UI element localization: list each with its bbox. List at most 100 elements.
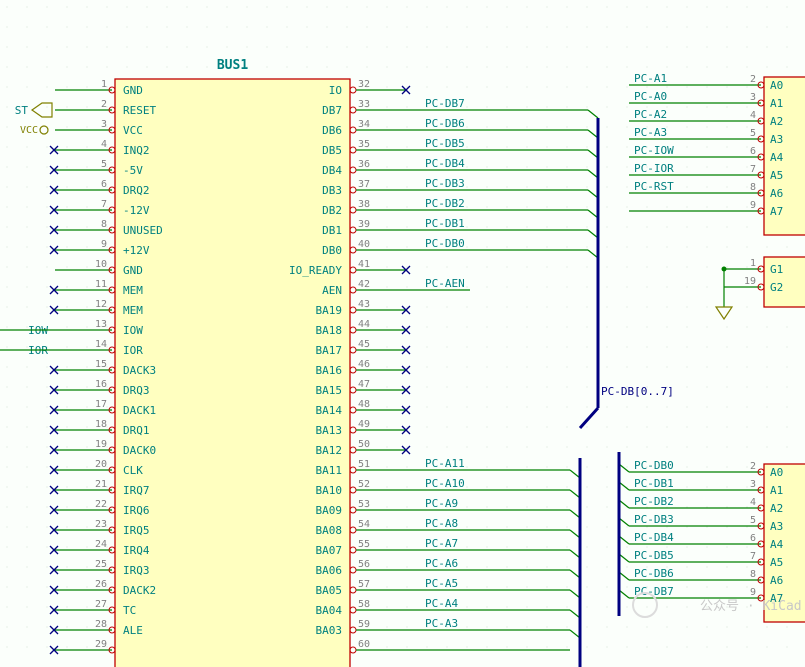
pin-number: 36 [358,159,370,170]
pin-name: VCC [123,124,143,137]
pin-name: BA18 [316,324,343,337]
pin-name: BA04 [316,604,343,617]
watermark: 公众号 · KiCad [700,599,802,614]
net-label: PC-A5 [425,577,458,590]
pin-name: A6 [770,187,783,200]
pin-name: A4 [770,538,784,551]
pin-number: 33 [358,99,370,110]
pin-number: 38 [358,199,370,210]
pin-number: 40 [358,239,370,250]
pin-name: GND [123,264,143,277]
pin-number: 3 [750,92,756,103]
net-label: PC-A4 [425,597,458,610]
pin-number: 24 [95,539,107,550]
net-label: PC-DB1 [425,217,465,230]
pin-name: DB0 [322,244,342,257]
net-label: PC-A8 [425,517,458,530]
pin-number: 6 [750,146,756,157]
pin-number: 32 [358,79,370,90]
pin-number: 57 [358,579,370,590]
pin-name: BA05 [316,584,343,597]
pin-name: BA13 [316,424,343,437]
hier-label-icon [32,103,52,117]
pin-name: DB6 [322,124,342,137]
net-label: PC-A1 [634,72,667,85]
pin-name: BA19 [316,304,343,317]
pin-number: 8 [750,182,756,193]
pin-number: 7 [750,164,756,175]
pin-name: DRQ2 [123,184,150,197]
pin-number: 34 [358,119,370,130]
pin-name: -5V [123,164,143,177]
pin-number: 4 [750,110,756,121]
pin-number: 49 [358,419,370,430]
pin-name: BA07 [316,544,343,557]
pin-number: 50 [358,439,370,450]
pin-number: 42 [358,279,370,290]
net-label: PC-A3 [634,126,667,139]
net-label: PC-DB6 [425,117,465,130]
pin-number: 29 [95,639,107,650]
net-label: ST [15,104,29,117]
pin-name: G2 [770,281,783,294]
net-label: PC-DB0 [634,459,674,472]
pin-name: IOW [123,324,143,337]
pin-number: 12 [95,299,107,310]
pin-name: A7 [770,205,783,218]
pin-number: 54 [358,519,370,530]
pin-name: BA10 [316,484,343,497]
pin-number: 47 [358,379,370,390]
pin-name: IO_READY [289,264,342,277]
pin-name: DACK2 [123,584,156,597]
net-label: PC-A9 [425,497,458,510]
pin-number: 51 [358,459,370,470]
pin-number: 48 [358,399,370,410]
pin-number: 22 [95,499,107,510]
pin-name: G1 [770,263,783,276]
pin-name: IOR [123,344,143,357]
pin-number: 2 [101,99,107,110]
pin-name: BA12 [316,444,343,457]
net-label: PC-DB2 [425,197,465,210]
pin-number: 3 [101,119,107,130]
pin-number: 5 [101,159,107,170]
pin-number: 4 [101,139,107,150]
pin-number: 56 [358,559,370,570]
power-gnd-icon [716,307,732,319]
pin-number: 45 [358,339,370,350]
pin-name: BA09 [316,504,343,517]
pin-name: AEN [322,284,342,297]
pin-name: DB7 [322,104,342,117]
pin-name: A2 [770,115,783,128]
pin-number: 20 [95,459,107,470]
pin-number: 6 [750,533,756,544]
pin-number: 6 [101,179,107,190]
pin-name: BA17 [316,344,343,357]
pin-name: IRQ6 [123,504,150,517]
pin-name: -12V [123,204,150,217]
pin-number: 26 [95,579,107,590]
pin-number: 46 [358,359,370,370]
pin-number: 4 [750,497,756,508]
pin-name: MEM [123,284,143,297]
pin-name: CLK [123,464,143,477]
pin-number: 8 [750,569,756,580]
pin-number: 37 [358,179,370,190]
pin-name: A1 [770,97,783,110]
pin-name: DB2 [322,204,342,217]
pin-name: IRQ7 [123,484,150,497]
pin-number: 43 [358,299,370,310]
net-label: PC-DB4 [425,157,465,170]
net-label: PC-DB3 [634,513,674,526]
power-vcc-icon [40,126,48,134]
pin-name: BA14 [316,404,343,417]
pin-number: 9 [101,239,107,250]
pin-name: A5 [770,169,783,182]
schematic-canvas: BUS11GND2RESETST3VCCVCC4INQ25-5V6DRQ27-1… [0,0,805,667]
pin-name: A4 [770,151,784,164]
net-label: PC-DB4 [634,531,674,544]
pin-number: 19 [95,439,107,450]
pin-number: 39 [358,219,370,230]
pin-name: A2 [770,502,783,515]
pin-number: 16 [95,379,107,390]
